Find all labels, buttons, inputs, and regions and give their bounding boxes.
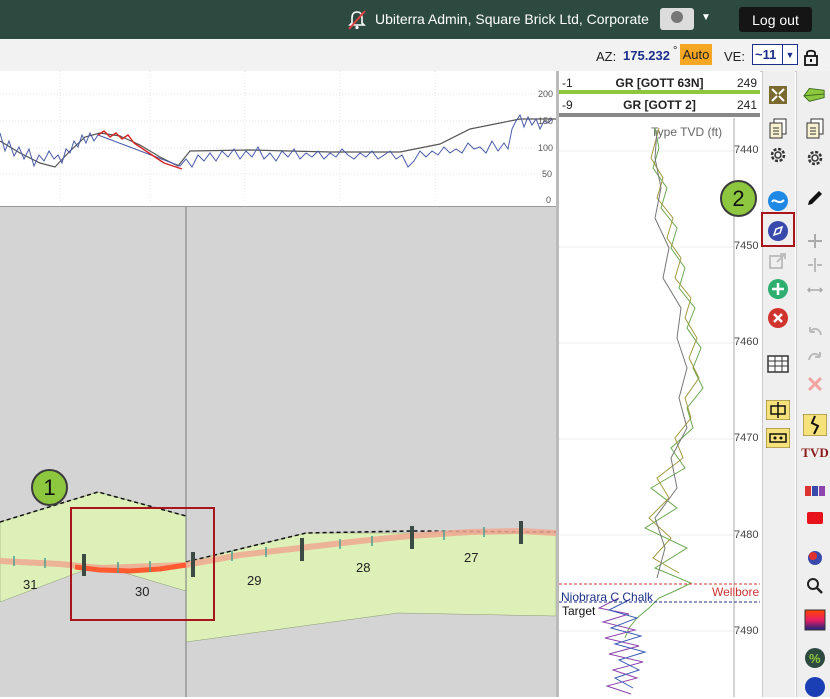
logout-button[interactable]: Log out (739, 7, 812, 32)
color-bands-icon[interactable] (803, 479, 827, 503)
gradient-icon[interactable] (803, 608, 827, 632)
azimuth-unit: ° (673, 45, 678, 57)
collapse-icon[interactable] (766, 83, 790, 107)
segment-label: 28 (356, 560, 371, 575)
track-header[interactable]: -9 GR [GOTT 2] 241 (559, 95, 760, 115)
gr-y-tick: 200 (538, 89, 554, 99)
target-label: Target (562, 604, 596, 618)
gamma-ray-curves (0, 71, 556, 201)
fault-tool-icon[interactable] (803, 413, 827, 437)
pencil-icon[interactable] (803, 186, 827, 210)
track-color-bar (559, 113, 760, 117)
gr-actual-curve (0, 113, 553, 168)
annotation-badge-2: 2 (720, 180, 757, 217)
palette-icon[interactable] (803, 546, 827, 570)
vertical-exaggeration-label: VE: (724, 49, 745, 64)
external-link-icon[interactable] (766, 249, 790, 273)
segment-label: 29 (247, 573, 262, 588)
gear-icon[interactable] (766, 143, 790, 167)
azimuth-label: AZ: (596, 49, 617, 64)
highlight-box-tool (761, 212, 795, 247)
type-log-curve-green (624, 127, 704, 639)
merge-icon[interactable] (803, 278, 827, 302)
azimuth-value: 175.232 (623, 48, 670, 63)
track-name: GR [GOTT 63N] (615, 76, 704, 90)
gr-model-curve (0, 118, 556, 168)
documents-icon[interactable] (766, 117, 790, 141)
svg-text:%: % (809, 651, 821, 666)
marker-toggle-icon[interactable] (766, 426, 790, 450)
annotation-badge-1: 1 (31, 469, 68, 506)
chevron-down-icon[interactable]: ▼ (701, 12, 711, 23)
undo-icon[interactable] (803, 321, 827, 345)
lock-icon[interactable] (803, 48, 819, 66)
clear-icon[interactable] (803, 372, 827, 396)
gr-y-tick: 150 (538, 116, 554, 126)
help-icon[interactable] (803, 675, 827, 699)
gr-y-tick: 50 (542, 169, 553, 179)
type-log-curve-gray (654, 129, 688, 579)
segment-label: 31 (23, 577, 38, 592)
percent-icon[interactable]: % (803, 646, 827, 670)
delete-icon[interactable] (766, 306, 790, 330)
formation-label: Niobrara C Chalk (561, 590, 654, 604)
gr-y-tick: 100 (538, 143, 554, 153)
tvd-label: TVD (801, 445, 829, 460)
tvd-toggle[interactable]: TVD (801, 441, 829, 465)
search-icon[interactable] (803, 574, 827, 598)
highlight-box-section (70, 507, 215, 621)
segment-label: 27 (464, 550, 479, 565)
red-swatch-icon[interactable] (803, 506, 827, 530)
avatar[interactable] (660, 8, 694, 30)
section-view-icon[interactable] (802, 82, 826, 106)
track-color-bar (559, 90, 760, 94)
track-name: GR [GOTT 2] (623, 98, 696, 112)
track-toggle-icon[interactable] (766, 398, 790, 422)
ve-value: ~11 (755, 47, 777, 62)
redo-icon[interactable] (803, 346, 827, 370)
azimuth-auto-button[interactable]: Auto (680, 44, 712, 65)
add-icon[interactable] (766, 277, 790, 301)
vertical-exaggeration-select[interactable]: ~11 ▼ (752, 44, 798, 65)
gear-icon[interactable] (803, 146, 827, 170)
user-account-label: Ubiterra Admin, Square Brick Ltd, Corpor… (375, 11, 649, 27)
table-icon[interactable] (766, 352, 790, 376)
gr-y-tick: 0 (546, 195, 552, 205)
top-bar: Ubiterra Admin, Square Brick Ltd, Corpor… (0, 0, 830, 39)
wellbore-label: Wellbore (712, 585, 760, 599)
add-point-icon[interactable] (803, 229, 827, 253)
view-toolbar: AZ: 175.232 ° Auto VE: ~11 ▼ (0, 39, 830, 72)
avatar-icon (671, 11, 683, 23)
chevron-down-icon: ▼ (782, 45, 797, 64)
track-max: 249 (736, 76, 757, 90)
track-max: 241 (736, 98, 757, 112)
documents-icon[interactable] (803, 117, 827, 141)
notifications-off-icon[interactable] (346, 9, 368, 31)
curve-tool-icon[interactable] (766, 189, 790, 213)
split-icon[interactable] (803, 253, 827, 277)
gr-active-curve (97, 130, 183, 170)
